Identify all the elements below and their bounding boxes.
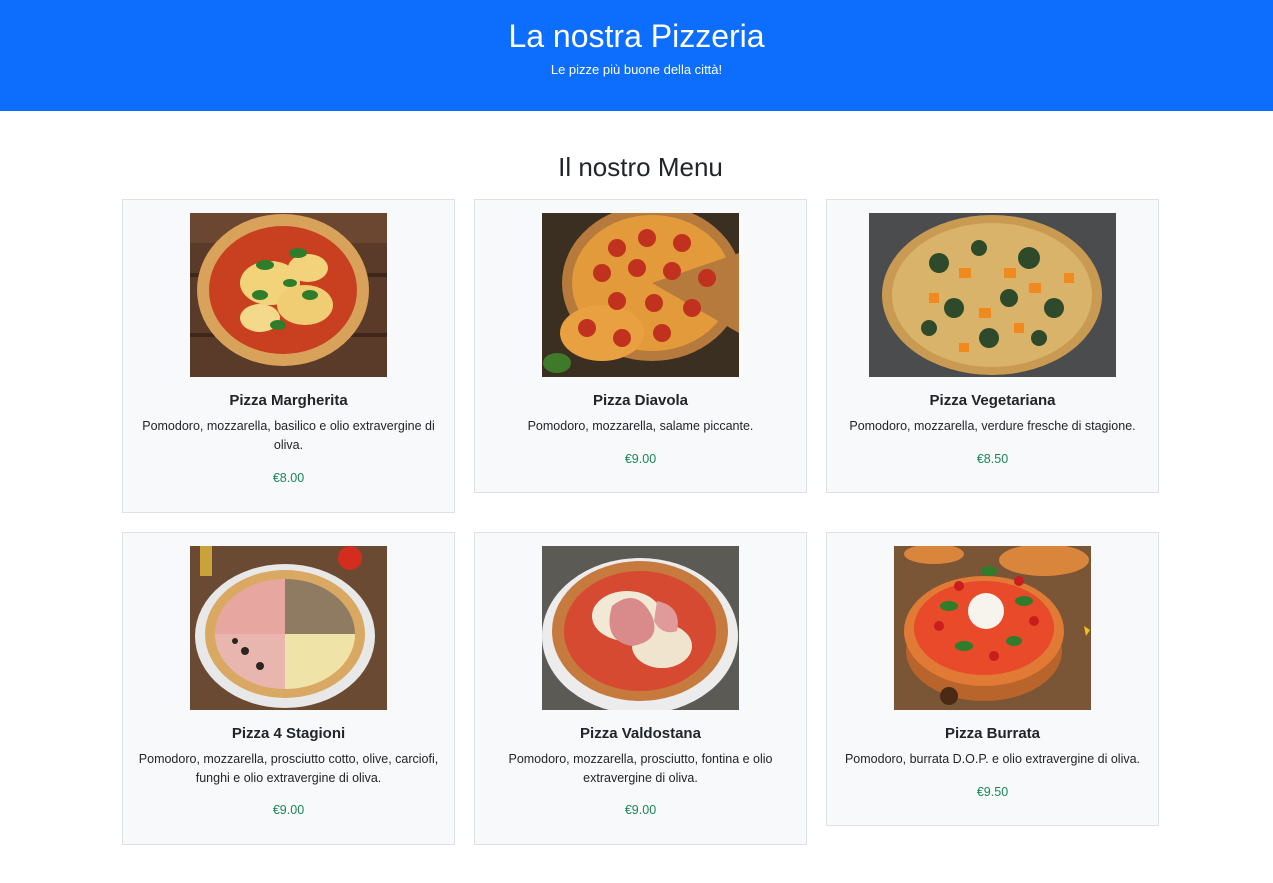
pizza-name: Pizza 4 Stagioni (231, 725, 346, 742)
menu-card-valdostana: Pizza Valdostana Pomodoro, mozzarella, p… (474, 532, 807, 845)
pizza-price: €8.50 (976, 452, 1009, 466)
pizza-price: €9.00 (624, 803, 657, 817)
menu-card-4-stagioni: Pizza 4 Stagioni Pomodoro, mozzarella, p… (122, 532, 455, 845)
pizza-description: Pomodoro, mozzarella, salame piccante. (527, 419, 754, 433)
pizza-description: Pomodoro, burrata D.O.P. e olio extraver… (844, 752, 1141, 766)
pizza-price: €9.50 (976, 785, 1009, 799)
pizza-name: Pizza Margherita (229, 392, 348, 409)
pizza-vegetariana-image (869, 213, 1116, 377)
pizza-name: Pizza Burrata (944, 725, 1041, 742)
menu-title: Il nostro Menu (558, 152, 723, 182)
site-title: La nostra Pizzeria (508, 18, 765, 54)
pizza-description: Pomodoro, mozzarella, prosciutto cotto, … (138, 752, 439, 785)
pizza-description: Pomodoro, mozzarella, prosciutto, fontin… (508, 752, 773, 785)
pizza-description: Pomodoro, mozzarella, basilico e olio ex… (142, 419, 435, 452)
pizza-name: Pizza Diavola (592, 392, 689, 409)
pizza-burrata-image (894, 546, 1091, 710)
pizza-valdostana-image (542, 546, 739, 710)
pizza-price: €9.00 (624, 452, 657, 466)
pizza-name: Pizza Valdostana (580, 725, 701, 742)
menu-card-diavola: Pizza Diavola Pomodoro, mozzarella, sala… (474, 199, 807, 493)
pizza-name: Pizza Vegetariana (929, 392, 1056, 409)
pizza-price: €8.00 (272, 471, 305, 485)
pizza-diavola-image (542, 213, 739, 377)
menu-card-burrata: Pizza Burrata Pomodoro, burrata D.O.P. e… (826, 532, 1159, 826)
pizza-margherita-image (190, 213, 387, 377)
pizza-price: €9.00 (272, 803, 305, 817)
menu-card-margherita: Pizza Margherita Pomodoro, mozzarella, b… (122, 199, 455, 513)
pizza-description: Pomodoro, mozzarella, verdure fresche di… (849, 419, 1136, 433)
page-header: La nostra Pizzeria Le pizze più buone de… (0, 0, 1273, 111)
menu-card-vegetariana: Pizza Vegetariana Pomodoro, mozzarella, … (826, 199, 1159, 493)
pizza-4-stagioni-image (190, 546, 387, 710)
site-subtitle: Le pizze più buone della città! (550, 62, 723, 77)
